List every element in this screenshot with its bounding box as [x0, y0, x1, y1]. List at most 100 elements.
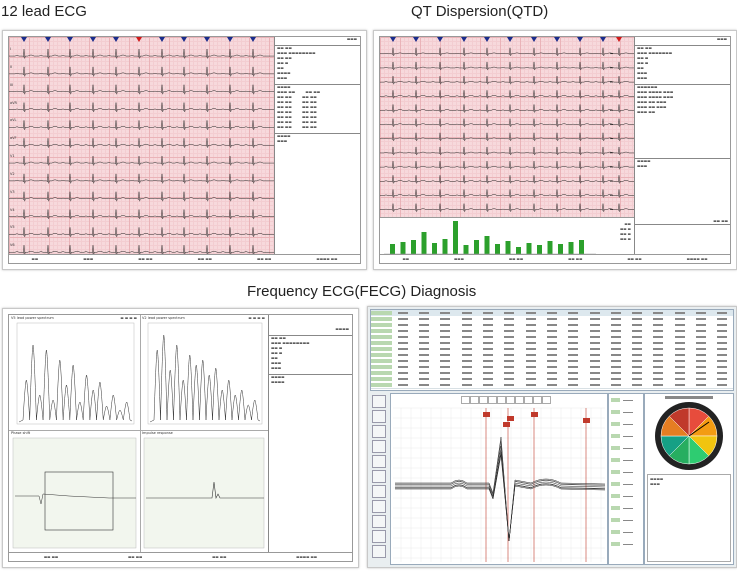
table-cell [669, 377, 690, 381]
table-cell [584, 317, 605, 321]
table-cell [712, 329, 733, 333]
table-cell [435, 329, 456, 333]
toolbar-button[interactable] [372, 500, 386, 513]
toolbar-button[interactable] [372, 515, 386, 528]
lead-label: V1 [10, 154, 15, 158]
wave-cursor-label[interactable] [583, 418, 590, 423]
table-cell [584, 377, 605, 381]
toolbar-button[interactable] [372, 425, 386, 438]
table-cell [712, 359, 733, 363]
table-cell [478, 353, 499, 357]
table-cell [669, 383, 690, 387]
table-cell [435, 383, 456, 387]
table-cell [371, 371, 392, 375]
table-cell [456, 371, 477, 375]
table-cell [392, 359, 413, 363]
table-cell [392, 371, 413, 375]
toolbar-button[interactable] [372, 455, 386, 468]
beat-overlay-trace [393, 407, 606, 562]
table-cell [648, 317, 669, 321]
lead-label: aVF [10, 136, 17, 141]
table-cell [456, 365, 477, 369]
toolbar-button[interactable] [372, 395, 386, 408]
table-cell [627, 353, 648, 357]
table-cell [648, 365, 669, 369]
axis-value-row [611, 506, 641, 511]
table-cell [669, 347, 690, 351]
table-cell [371, 353, 392, 357]
toolbar-button[interactable] [372, 545, 386, 558]
table-cell [456, 323, 477, 327]
v5-spectrum-plot: V5 lead power spectrum ▬ ▬ ▬ ▬ [9, 315, 141, 431]
wave-cursor-label[interactable] [531, 412, 538, 417]
table-cell [712, 323, 733, 327]
table-cell [563, 317, 584, 321]
table-cell [478, 371, 499, 375]
lead-trace [9, 102, 274, 113]
table-cell [712, 371, 733, 375]
lead-trace [9, 191, 274, 202]
ecg12-patient-info: ▬▬▬ ▬▬ ▬▬ ▬▬▬ ▬▬▬▬▬▬▬▬ ▬▬ ▬▬ ▬▬ ▬ ▬▬ ▬▬▬▬ ▬▬… [274, 37, 360, 255]
table-cell [435, 359, 456, 363]
phase-shift-trace [12, 437, 137, 549]
table-cell [691, 365, 712, 369]
table-cell [478, 359, 499, 363]
table-cell [605, 335, 626, 339]
table-cell [520, 347, 541, 351]
table-cell [605, 359, 626, 363]
lead-label: aVL [10, 118, 17, 123]
table-cell [371, 329, 392, 333]
toolbar-button[interactable] [372, 470, 386, 483]
table-cell [691, 317, 712, 321]
wave-cursor-label[interactable] [503, 422, 510, 427]
table-cell [435, 377, 456, 381]
toolbar-button[interactable] [372, 485, 386, 498]
table-cell [605, 377, 626, 381]
table-cell [648, 353, 669, 357]
table-cell [712, 365, 733, 369]
impulse-response-plot: Impulse response [140, 430, 269, 552]
table-cell [691, 359, 712, 363]
table-cell [456, 353, 477, 357]
table-cell [371, 377, 392, 381]
lead-label: V2 [10, 171, 15, 176]
qtd-bar [505, 241, 511, 254]
table-cell [520, 323, 541, 327]
table-cell [435, 347, 456, 351]
table-cell [392, 383, 413, 387]
toolbar-button[interactable] [372, 530, 386, 543]
table-cell [414, 323, 435, 327]
table-cell [414, 365, 435, 369]
table-cell [712, 341, 733, 345]
lead-label: I [10, 47, 12, 51]
wave-cursor-label[interactable] [507, 416, 514, 421]
toolbar-button[interactable] [372, 440, 386, 453]
lead-trace [9, 49, 274, 59]
table-cell [627, 371, 648, 375]
table-cell [456, 341, 477, 345]
table-cell [712, 335, 733, 339]
plot-frame [12, 437, 137, 549]
table-cell [669, 341, 690, 345]
table-cell [499, 311, 520, 315]
fecg-analysis-window: ▬▬▬▬ ▬▬▬ [367, 306, 737, 568]
qtd-bar [547, 241, 553, 254]
lead-trace [9, 173, 274, 184]
lead-trace [9, 227, 274, 237]
table-cell [691, 383, 712, 387]
toolbar-button[interactable] [372, 410, 386, 423]
qtd-bar [526, 243, 532, 254]
lead-trace [380, 203, 634, 212]
qtd-traces [380, 47, 634, 212]
lead-trace [9, 120, 274, 130]
table-cell [541, 353, 562, 357]
qtd-bar [474, 240, 479, 254]
table-cell [520, 353, 541, 357]
table-cell [499, 365, 520, 369]
table-cell [627, 359, 648, 363]
table-cell [414, 317, 435, 321]
table-cell [691, 311, 712, 315]
table-cell [563, 359, 584, 363]
wave-cursor-label[interactable] [483, 412, 490, 417]
table-cell [627, 377, 648, 381]
